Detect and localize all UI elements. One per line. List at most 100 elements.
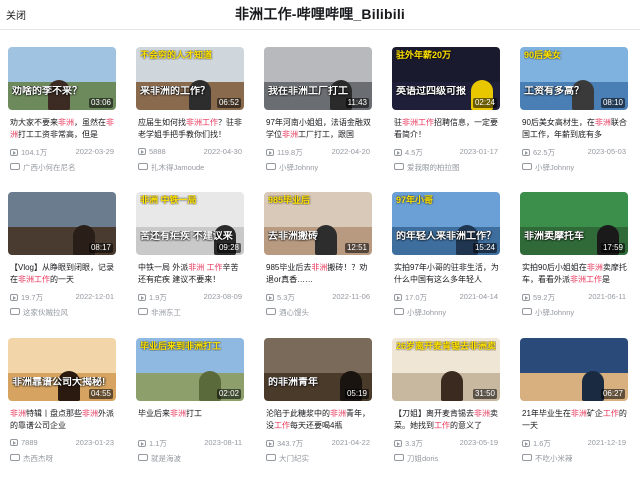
video-stats: 343.7万 2021-04-22 bbox=[266, 438, 372, 449]
video-title-segment: ，虽然在 bbox=[74, 118, 106, 127]
uploader[interactable]: 广西小何在尼名 bbox=[10, 162, 116, 173]
uploader[interactable]: 爱我眼的柏拉图 bbox=[394, 162, 500, 173]
video-title[interactable]: 实拍97年小哥的驻非生活，为什么中国有这么多年轻人 bbox=[394, 262, 500, 286]
play-count-icon bbox=[10, 439, 18, 446]
video-stats: 62.5万 2023-05-03 bbox=[522, 147, 628, 158]
uploader[interactable]: 小驿Johnny bbox=[522, 162, 628, 173]
video-title[interactable]: 中铁一局 外派非洲 工作辛苦还有疟疾 建议不要来！ bbox=[138, 262, 244, 286]
video-card[interactable]: 驻外年薪20万 英语过四级可报 02:24 驻非洲工作招聘信息，一定要看简介！ 4.5万… bbox=[392, 47, 500, 175]
play-count-icon bbox=[394, 294, 402, 301]
uploader[interactable]: 酒心馒头 bbox=[266, 307, 372, 318]
uploader[interactable]: 非洲东工 bbox=[138, 307, 244, 318]
video-card[interactable]: 毕业后来到非洲打工 02:02 毕业后来非洲打工 1.1万 2023-08-11 就是海波 bbox=[136, 338, 244, 466]
video-title[interactable]: 劝大家不要来非洲，虽然在非洲打工工资非常高，但是 bbox=[10, 117, 116, 141]
video-title[interactable]: 【Vlog】从睁眼到闭眼，记录在非洲工作的一天 bbox=[10, 262, 116, 286]
video-thumbnail[interactable]: 我在非洲工厂打工 11:43 bbox=[264, 47, 372, 110]
uploader-icon bbox=[266, 454, 276, 461]
video-title[interactable]: 毕业后来非洲打工 bbox=[138, 408, 244, 432]
uploader[interactable]: 小驿Johnny bbox=[522, 307, 628, 318]
video-duration: 06:52 bbox=[216, 98, 241, 108]
video-card[interactable]: 非洲 中铁一局 苦还有疟疾 不建议来 09:28 中铁一局 外派非洲 工作辛苦还有疟疾… bbox=[136, 192, 244, 320]
video-title-segment: 实拍97年小哥的驻非生活，为什么中国有这么多年轻人 bbox=[394, 263, 499, 284]
video-thumbnail[interactable]: 不会穷的人才知道 来非洲的工作？ 06:52 bbox=[136, 47, 244, 110]
video-duration: 04:55 bbox=[88, 389, 113, 399]
video-title[interactable]: 97年河南小姐姐，法语金融双学位非洲工厂打工，跟国 bbox=[266, 117, 372, 141]
video-thumbnail[interactable]: 劝啥的李不来？ 03:06 bbox=[8, 47, 116, 110]
video-thumbnail[interactable]: 06:27 bbox=[520, 338, 628, 401]
uploader[interactable]: 扎木得Jamoude bbox=[138, 162, 244, 173]
view-count: 62.5万 bbox=[533, 148, 556, 157]
video-title-segment: 90后美女高材生，在 bbox=[522, 118, 595, 127]
video-thumbnail[interactable]: 的非洲青年 05:19 bbox=[264, 338, 372, 401]
video-card[interactable]: 不会穷的人才知道 来非洲的工作？ 06:52 应届生如何找非洲工作？驻非老学姐手把手教… bbox=[136, 47, 244, 175]
uploader[interactable]: 大门纪实 bbox=[266, 453, 372, 464]
video-card[interactable]: 08:17 【Vlog】从睁眼到闭眼，记录在非洲工作的一天 19.7万 2022-12… bbox=[8, 192, 116, 320]
video-thumbnail[interactable]: 非洲卖摩托车 17:59 bbox=[520, 192, 628, 255]
page-title: 非洲工作-哔哩哔哩_Bilibili bbox=[234, 6, 406, 22]
upload-date: 2021-04-14 bbox=[459, 292, 498, 301]
play-count-icon bbox=[138, 440, 146, 447]
video-thumbnail[interactable]: 非洲 中铁一局 苦还有疟疾 不建议来 09:28 bbox=[136, 192, 244, 255]
video-title[interactable]: 应届生如何找非洲工作？驻非老学姐手把手教你们找！ bbox=[138, 117, 244, 141]
video-card[interactable]: 的非洲青年 05:19 沦陷于此糖浆中的非洲青年，没工作每天还要喝4瓶 343.7万 2… bbox=[264, 338, 372, 466]
uploader[interactable]: 小驿Johnny bbox=[266, 162, 372, 173]
video-title[interactable]: 非洲特辑丨盘点那些非洲外派的靠谱公司企业 bbox=[10, 408, 116, 432]
video-title[interactable]: 985毕业后去非洲搬砖！？劝退or真香…… bbox=[266, 262, 372, 286]
thumbnail-top-caption: 驻外年薪20万 bbox=[396, 50, 452, 60]
video-title-segment: 打工工资非常高，但是 bbox=[18, 130, 98, 139]
uploader-icon bbox=[10, 308, 20, 315]
video-title[interactable]: 【刀姐】离开麦肯锡去非洲卖菜。她找到工作的意义了 bbox=[394, 408, 500, 432]
uploader-name: 小驿Johnny bbox=[279, 163, 319, 172]
video-duration: 11:43 bbox=[345, 98, 369, 108]
video-thumbnail[interactable]: 毕业后来到非洲打工 02:02 bbox=[136, 338, 244, 401]
uploader[interactable]: 不吃小米辣 bbox=[522, 453, 628, 464]
video-duration: 02:24 bbox=[472, 98, 497, 108]
video-card[interactable]: 非洲靠谱公司大揭秘! 04:55 非洲特辑丨盘点那些非洲外派的靠谱公司企业 7889 2… bbox=[8, 338, 116, 466]
video-title-segment: 应届生如何找 bbox=[138, 118, 186, 127]
view-count: 1.1万 bbox=[149, 439, 167, 448]
video-card[interactable]: 97年小哥 的年轻人来非洲工作？ 15:24 实拍97年小哥的驻非生活，为什么中国有这… bbox=[392, 192, 500, 320]
video-thumbnail[interactable]: 26岁离开麦肯锡去非洲卖菜 31:50 bbox=[392, 338, 500, 401]
upload-date: 2022-04-20 bbox=[331, 147, 370, 156]
uploader-name: 扎木得Jamoude bbox=[151, 163, 205, 172]
video-title-segment: 劝大家不要来 bbox=[10, 118, 58, 127]
video-thumbnail[interactable]: 985毕业后 去非洲搬砖 12:51 bbox=[264, 192, 372, 255]
uploader[interactable]: 刀姐doris bbox=[394, 453, 500, 464]
video-card[interactable]: 我在非洲工厂打工 11:43 97年河南小姐姐，法语金融双学位非洲工厂打工，跟国 11… bbox=[264, 47, 372, 175]
video-card[interactable]: 非洲卖摩托车 17:59 实拍90后小姐姐在非洲卖摩托车，看看外派非洲工作是 59.2… bbox=[520, 192, 628, 320]
video-card[interactable]: 26岁离开麦肯锡去非洲卖菜 31:50 【刀姐】离开麦肯锡去非洲卖菜。她找到工作的意… bbox=[392, 338, 500, 466]
uploader[interactable]: 杰西杰呀 bbox=[10, 453, 116, 464]
uploader-name: 广西小何在尼名 bbox=[23, 163, 76, 172]
video-card[interactable]: 劝啥的李不来？ 03:06 劝大家不要来非洲，虽然在非洲打工工资非常高，但是 104.… bbox=[8, 47, 116, 175]
video-title-segment: 中铁一局 外派 bbox=[138, 263, 189, 272]
video-duration: 06:27 bbox=[600, 389, 625, 399]
video-title[interactable]: 90后美女高材生，在非洲联合国工作，年薪到底有多 bbox=[522, 117, 628, 141]
uploader[interactable]: 这家伙贼拉风 bbox=[10, 307, 116, 318]
video-thumbnail[interactable]: 08:17 bbox=[8, 192, 116, 255]
video-thumbnail[interactable]: 非洲靠谱公司大揭秘! 04:55 bbox=[8, 338, 116, 401]
video-card[interactable]: 985毕业后 去非洲搬砖 12:51 985毕业后去非洲搬砖！？劝退or真香…… 5.3… bbox=[264, 192, 372, 320]
thumbnail-caption: 非洲靠谱公司大揭秘! bbox=[12, 377, 106, 388]
video-stats: 5.3万 2022-11-06 bbox=[266, 292, 372, 303]
video-thumbnail[interactable]: 驻外年薪20万 英语过四级可报 02:24 bbox=[392, 47, 500, 110]
video-card[interactable]: 06:27 21年毕业生在非洲矿企工作的一天 1.6万 2021-12-19 不吃小米辣 bbox=[520, 338, 628, 466]
video-title[interactable]: 驻非洲工作招聘信息，一定要看简介！ bbox=[394, 117, 500, 141]
thumbnail-caption: 工资有多高？ bbox=[524, 86, 584, 97]
thumbnail-caption: 来非洲的工作？ bbox=[140, 86, 210, 97]
video-card[interactable]: 90后美女 工资有多高？ 08:10 90后美女高材生，在非洲联合国工作，年薪到底有多… bbox=[520, 47, 628, 175]
video-title-segment: 非洲 bbox=[594, 118, 611, 127]
video-title-segment: 工厂打工，跟国 bbox=[298, 130, 354, 139]
video-title[interactable]: 实拍90后小姐姐在非洲卖摩托车，看看外派非洲工作是 bbox=[522, 262, 628, 286]
uploader[interactable]: 就是海波 bbox=[138, 453, 244, 464]
play-count-icon bbox=[266, 440, 274, 447]
video-thumbnail[interactable]: 90后美女 工资有多高？ 08:10 bbox=[520, 47, 628, 110]
view-count: 59.2万 bbox=[533, 293, 556, 302]
video-thumbnail[interactable]: 97年小哥 的年轻人来非洲工作？ 15:24 bbox=[392, 192, 500, 255]
video-stats: 7889 2023-01-23 bbox=[10, 438, 116, 449]
video-title[interactable]: 21年毕业生在非洲矿企工作的一天 bbox=[522, 408, 628, 432]
uploader-name: 杰西杰呀 bbox=[23, 454, 53, 463]
thumbnail-top-caption: 毕业后来到非洲打工 bbox=[140, 341, 222, 351]
video-title[interactable]: 沦陷于此糖浆中的非洲青年，没工作每天还要喝4瓶 bbox=[266, 408, 372, 432]
uploader[interactable]: 小驿Johnny bbox=[394, 307, 500, 318]
thumbnail-caption: 去非洲搬砖 bbox=[268, 231, 318, 242]
